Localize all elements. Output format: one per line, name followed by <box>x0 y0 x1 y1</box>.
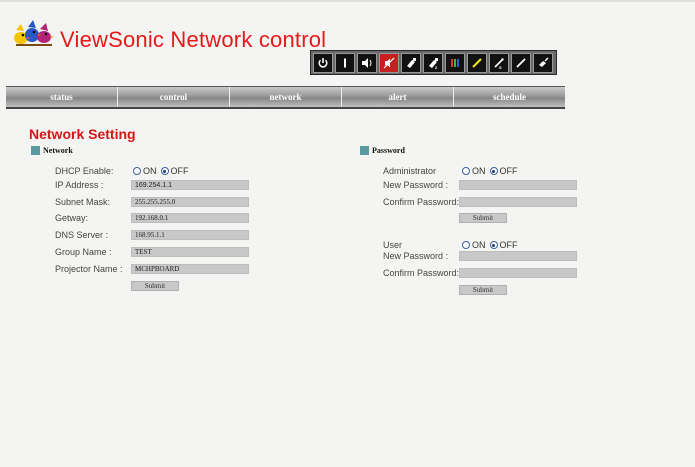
section-square-icon <box>31 146 40 155</box>
admin-new-password-field[interactable] <box>459 180 577 190</box>
dhcp-off-radio[interactable] <box>160 167 169 175</box>
network-section-heading: Network <box>31 146 73 155</box>
dns-server-field[interactable] <box>131 230 249 240</box>
user-new-password-field[interactable] <box>459 251 577 261</box>
video-icon[interactable]: S <box>489 52 509 73</box>
admin-confirm-password-field[interactable] <box>459 197 577 207</box>
group-name-field[interactable] <box>131 247 249 257</box>
user-radio-group: ON OFF <box>462 240 518 250</box>
admin-off-label: OFF <box>499 166 518 176</box>
nav-schedule[interactable]: schedule <box>454 87 565 107</box>
subnet-mask-field[interactable] <box>131 197 249 207</box>
vga-icon[interactable] <box>401 52 421 73</box>
network-submit-button[interactable]: Submit <box>131 281 179 291</box>
dns-server-label: DNS Server : <box>55 230 109 240</box>
volume-icon[interactable] <box>357 52 377 73</box>
admin-radio-group: ON OFF <box>462 166 518 176</box>
admin-new-password-label: New Password : <box>383 180 449 190</box>
user-off-label: OFF <box>499 240 518 250</box>
group-name-label: Group Name : <box>55 247 112 257</box>
power-icon[interactable] <box>313 52 333 73</box>
dhcp-on-radio[interactable] <box>133 167 141 175</box>
user-submit-button[interactable]: Submit <box>459 285 507 295</box>
dhcp-radio-group: ON OFF <box>133 166 189 176</box>
page-title: Network Setting <box>29 126 136 142</box>
dhcp-label: DHCP Enable: <box>55 166 114 176</box>
input-icon[interactable] <box>335 52 355 73</box>
projector-name-label: Projector Name : <box>55 264 123 274</box>
admin-on-radio[interactable] <box>462 167 470 175</box>
user-confirm-password-label: Confirm Password: <box>383 268 460 278</box>
user-on-label: ON <box>472 240 486 250</box>
section-square-icon <box>360 146 369 155</box>
ip-address-label: IP Address : <box>55 180 104 190</box>
password-heading-label: Password <box>372 146 405 155</box>
projector-control-toolbar: 2 S <box>310 50 557 75</box>
admin-submit-button[interactable]: Submit <box>459 213 507 223</box>
projector-name-field[interactable] <box>131 264 249 274</box>
user-off-radio[interactable] <box>489 241 498 249</box>
admin-on-label: ON <box>472 166 486 176</box>
vga2-icon[interactable]: 2 <box>423 52 443 73</box>
dhcp-off-label: OFF <box>170 166 189 176</box>
nav-network[interactable]: network <box>230 87 342 107</box>
viewsonic-birds-logo-icon <box>14 20 54 46</box>
user-confirm-password-field[interactable] <box>459 268 577 278</box>
admin-confirm-password-label: Confirm Password: <box>383 197 460 207</box>
network-heading-label: Network <box>43 146 73 155</box>
password-section-heading: Password <box>360 146 405 155</box>
nav-control[interactable]: control <box>118 87 230 107</box>
dhcp-on-label: ON <box>143 166 157 176</box>
nav-alert[interactable]: alert <box>342 87 454 107</box>
brand-title: ViewSonic Network control <box>60 27 327 52</box>
administrator-label: Administrator <box>383 166 437 176</box>
user-on-radio[interactable] <box>462 241 470 249</box>
user-label: User <box>383 240 403 250</box>
svideo-icon[interactable] <box>467 52 487 73</box>
svg-text:S: S <box>499 65 502 69</box>
admin-off-radio[interactable] <box>489 167 498 175</box>
main-nav: status control network alert schedule <box>6 86 565 109</box>
subnet-mask-label: Subnet Mask: <box>55 197 111 207</box>
user-new-password-label: New Password : <box>383 251 449 261</box>
mute-icon[interactable] <box>379 52 399 73</box>
composite-icon[interactable] <box>511 52 531 73</box>
hdmi-icon[interactable] <box>533 52 553 73</box>
ip-address-field[interactable] <box>131 180 249 190</box>
component-icon[interactable] <box>445 52 465 73</box>
nav-status[interactable]: status <box>6 87 118 107</box>
gateway-field[interactable] <box>131 213 249 223</box>
svg-text:2: 2 <box>435 65 438 69</box>
gateway-label: Getway: <box>55 213 89 223</box>
top-border <box>0 0 695 2</box>
